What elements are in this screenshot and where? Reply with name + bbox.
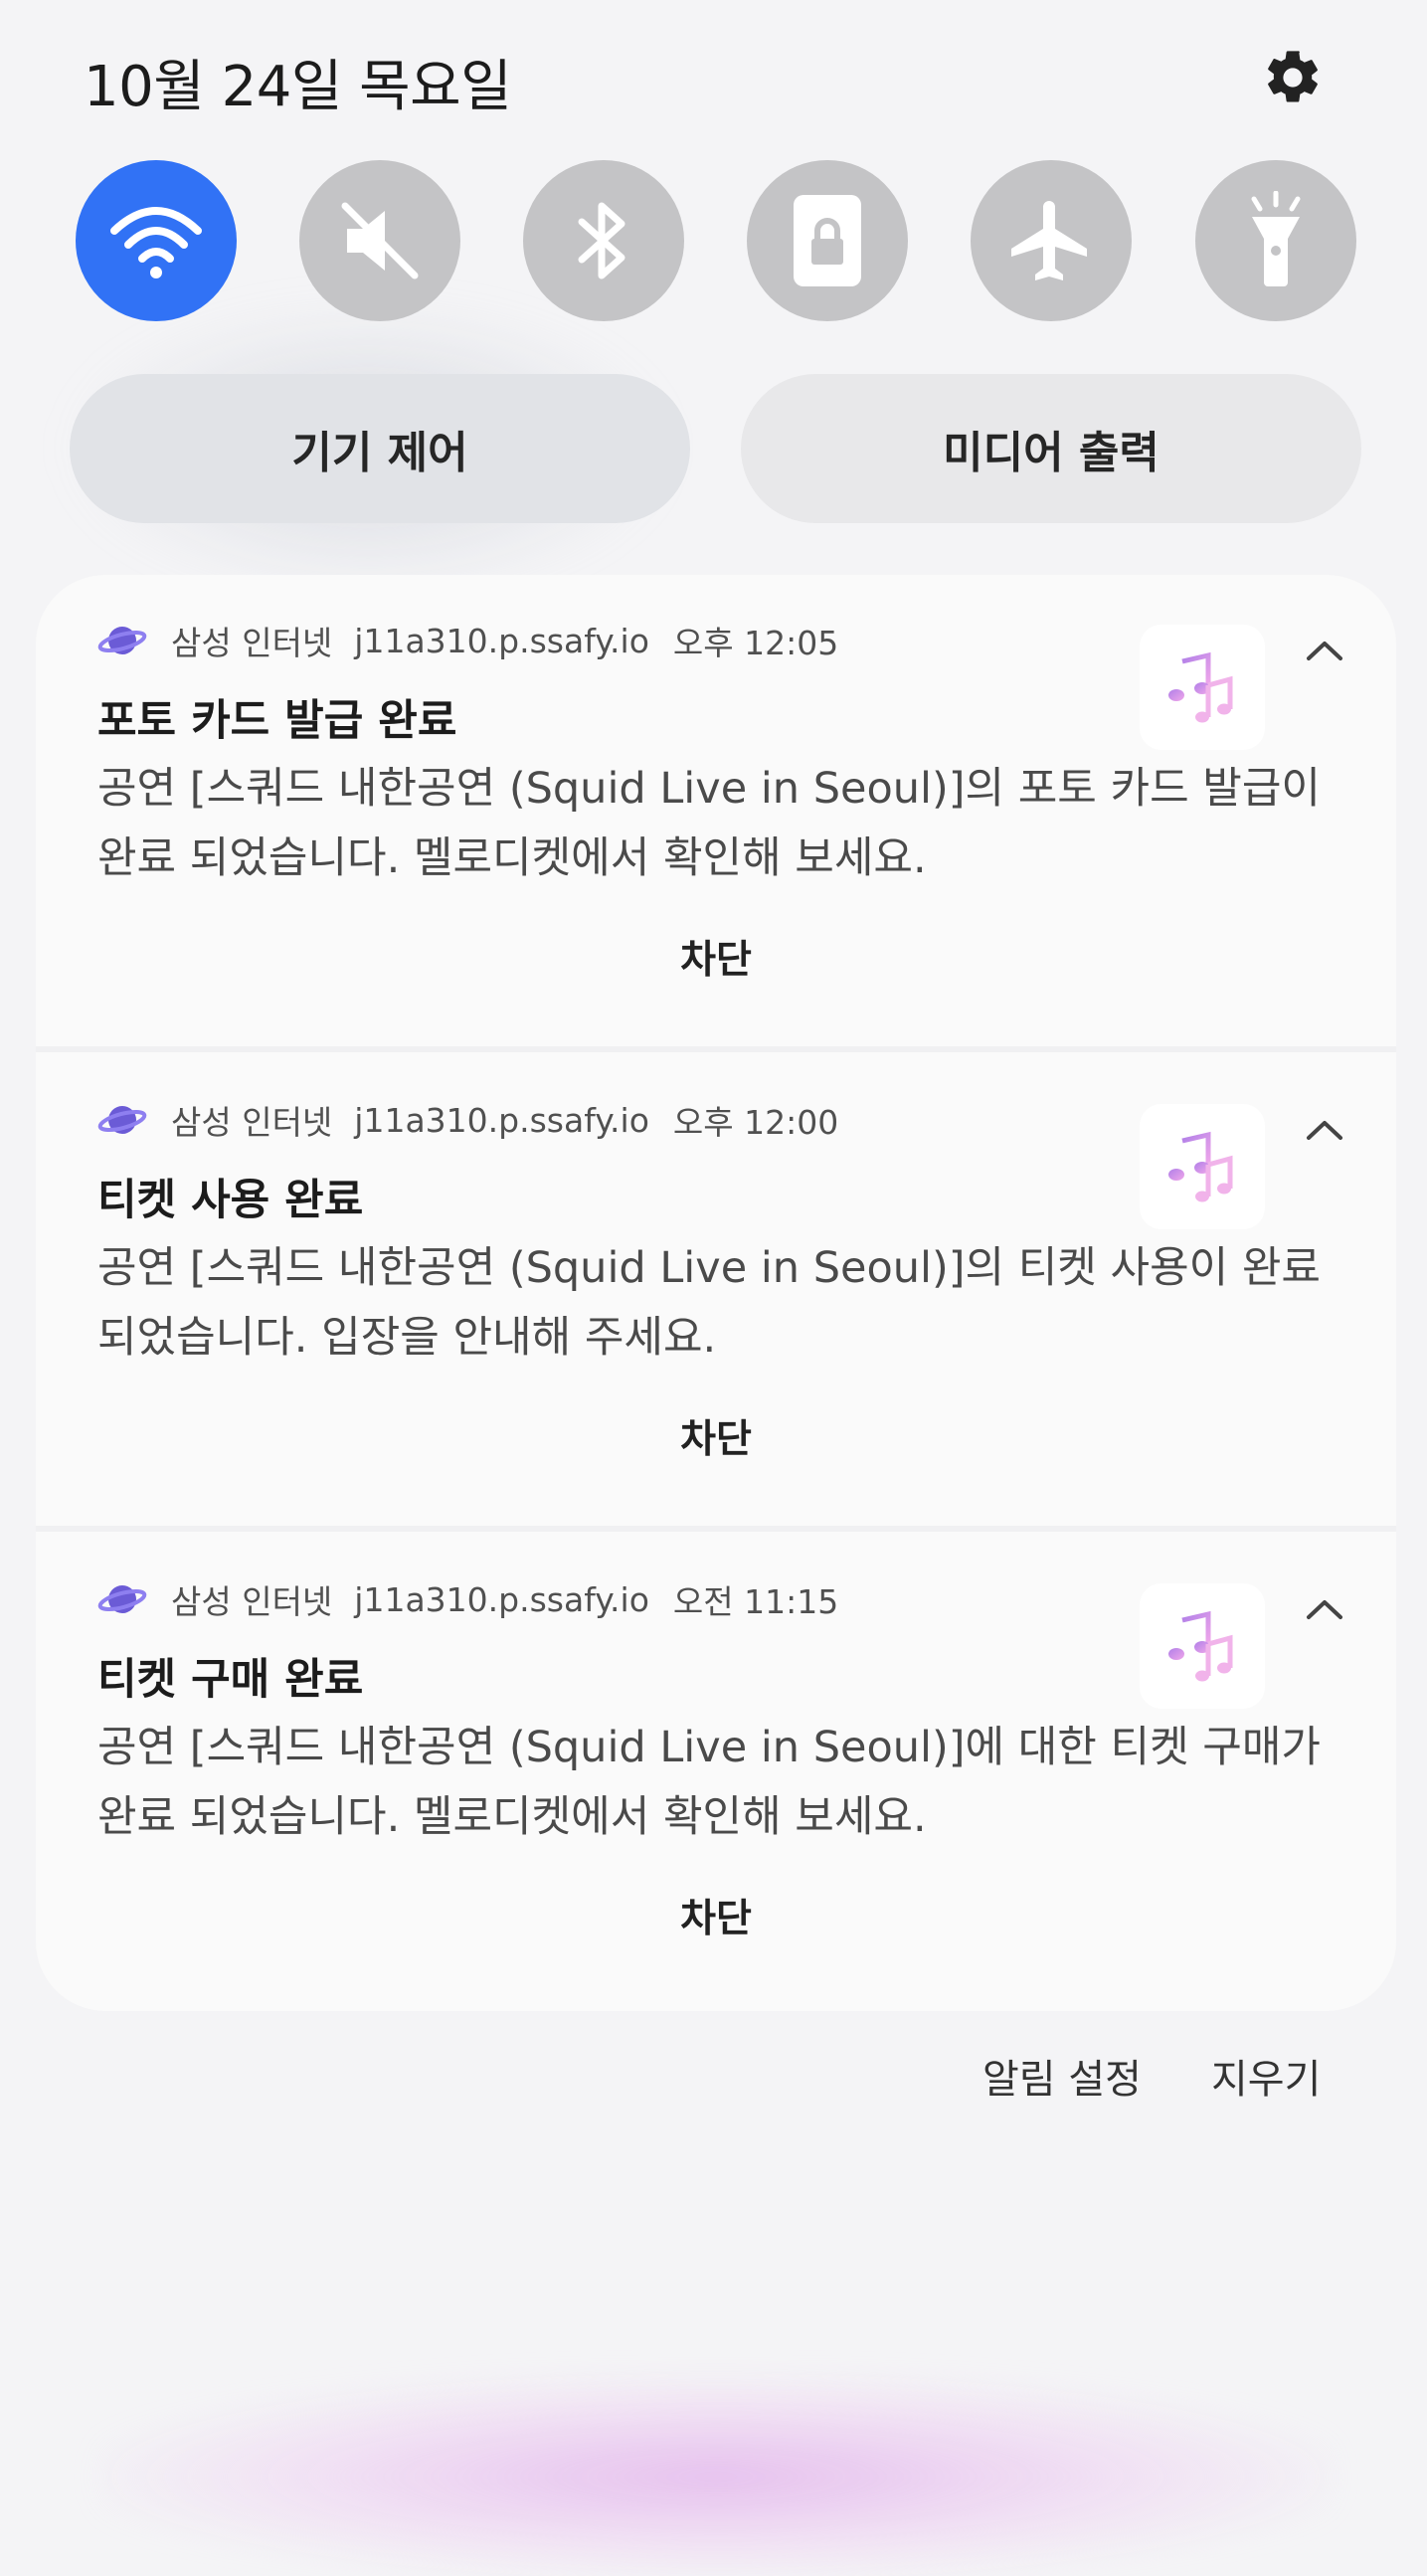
collapse-button[interactable]	[1289, 1581, 1360, 1637]
notification-header: 삼성 인터넷 j11a310.p.ssafy.io 오전 11:15	[97, 1575, 838, 1623]
background-blur-bottom	[99, 2377, 1333, 2576]
divider	[36, 1046, 1396, 1052]
notification-time: 오전 11:15	[672, 1582, 839, 1621]
music-note-icon	[1168, 1610, 1233, 1682]
wifi-icon	[110, 207, 202, 278]
portrait-lock-icon	[794, 195, 861, 286]
site-url: j11a310.p.ssafy.io	[354, 1579, 649, 1619]
notification-title: 티켓 사용 완료	[97, 1176, 364, 1225]
date-label: 10월 24일 목요일	[84, 55, 512, 119]
notification-body: 공연 [스쿼드 내한공연 (Squid Live in Seoul)]의 티켓 …	[97, 1243, 1321, 1363]
app-name: 삼성 인터넷	[171, 624, 333, 662]
airplane-icon	[1011, 201, 1087, 280]
notification-item[interactable]: 삼성 인터넷 j11a310.p.ssafy.io 오전 11:15 티켓 구매…	[36, 1534, 1396, 2005]
notification-title: 포토 카드 발급 완료	[97, 696, 457, 746]
notification-time: 오후 12:05	[672, 624, 839, 662]
flashlight-icon	[1251, 191, 1301, 286]
gear-icon	[1268, 51, 1318, 102]
app-name: 삼성 인터넷	[171, 1582, 333, 1621]
rotation-lock-toggle[interactable]	[747, 160, 908, 321]
samsung-internet-icon	[97, 627, 147, 654]
music-note-icon	[1168, 1131, 1233, 1202]
collapse-button[interactable]	[1289, 623, 1360, 678]
airplane-mode-toggle[interactable]	[971, 160, 1132, 321]
settings-button[interactable]	[1255, 40, 1331, 115]
bluetooth-icon	[578, 202, 625, 279]
panel-header: 10월 24일 목요일	[0, 0, 1427, 149]
wifi-toggle[interactable]	[76, 160, 237, 321]
notification-time: 오후 12:00	[672, 1103, 839, 1142]
divider	[36, 1526, 1396, 1532]
clear-button[interactable]: 지우기	[1211, 2047, 1321, 2105]
notification-thumbnail	[1140, 1583, 1265, 1709]
notification-header: 삼성 인터넷 j11a310.p.ssafy.io 오후 12:00	[97, 1096, 838, 1144]
bluetooth-toggle[interactable]	[523, 160, 684, 321]
notification-item[interactable]: 삼성 인터넷 j11a310.p.ssafy.io 오후 12:00 티켓 사용…	[36, 1054, 1396, 1526]
notification-body: 공연 [스쿼드 내한공연 (Squid Live in Seoul)]의 포토 …	[97, 764, 1321, 883]
device-control-button[interactable]: 기기 제어	[70, 374, 690, 523]
site-url: j11a310.p.ssafy.io	[354, 1100, 649, 1140]
notification-thumbnail	[1140, 1104, 1265, 1229]
notification-title: 티켓 구매 완료	[97, 1655, 364, 1705]
media-output-button[interactable]: 미디어 출력	[741, 374, 1361, 523]
music-note-icon	[1168, 651, 1233, 723]
flashlight-toggle[interactable]	[1195, 160, 1356, 321]
notification-body: 공연 [스쿼드 내한공연 (Squid Live in Seoul)]에 대한 …	[97, 1723, 1321, 1842]
samsung-internet-icon	[97, 1585, 147, 1613]
notification-settings-button[interactable]: 알림 설정	[982, 2047, 1142, 2105]
notification-header: 삼성 인터넷 j11a310.p.ssafy.io 오후 12:05	[97, 617, 838, 664]
quick-settings-toggles	[76, 160, 1356, 321]
mute-icon	[341, 202, 419, 279]
collapse-button[interactable]	[1289, 1102, 1360, 1158]
notification-card: 삼성 인터넷 j11a310.p.ssafy.io 오후 12:05 포토 카드…	[36, 575, 1396, 2011]
app-name: 삼성 인터넷	[171, 1103, 333, 1142]
block-button[interactable]: 차단	[617, 1880, 815, 1951]
block-button[interactable]: 차단	[617, 1400, 815, 1472]
block-button[interactable]: 차단	[617, 921, 815, 993]
sound-toggle[interactable]	[299, 160, 460, 321]
notification-item[interactable]: 삼성 인터넷 j11a310.p.ssafy.io 오후 12:05 포토 카드…	[36, 575, 1396, 1046]
chevron-up-icon	[1307, 1121, 1342, 1140]
chevron-up-icon	[1307, 1600, 1342, 1619]
site-url: j11a310.p.ssafy.io	[354, 621, 649, 660]
notification-thumbnail	[1140, 625, 1265, 750]
chevron-up-icon	[1307, 642, 1342, 660]
samsung-internet-icon	[97, 1106, 147, 1134]
